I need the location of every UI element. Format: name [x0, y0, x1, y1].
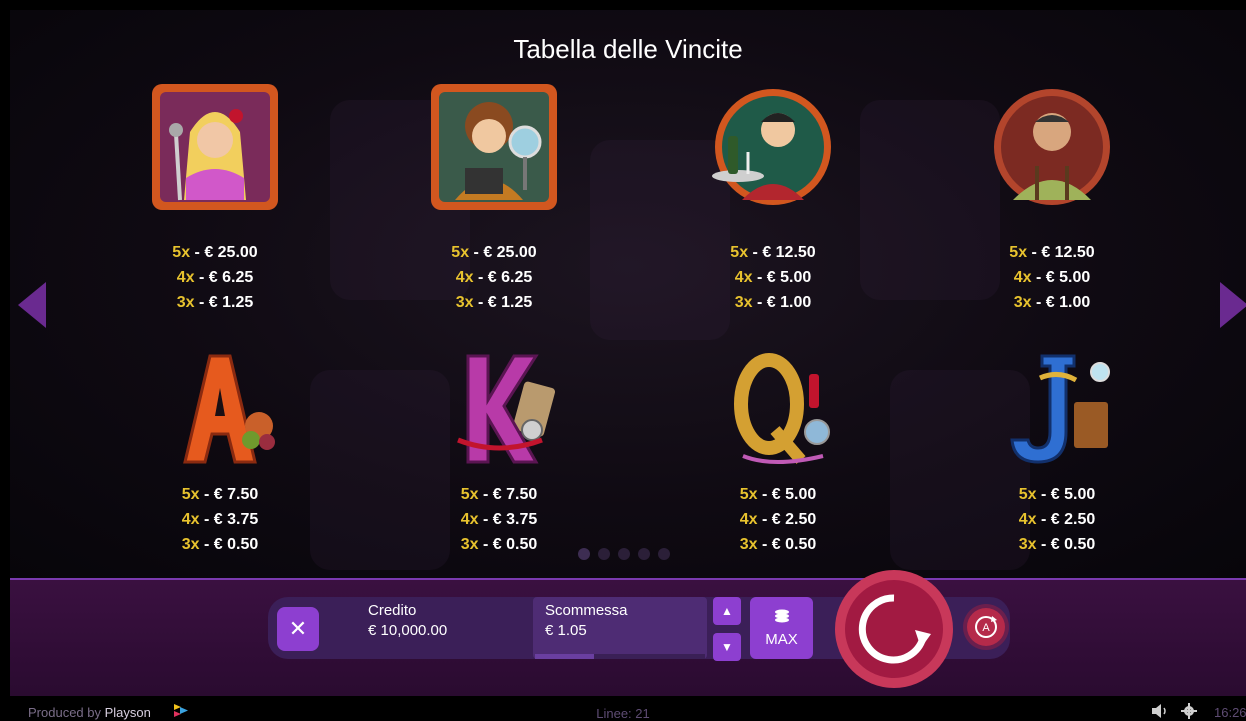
payout-line: 3x - € 1.00	[1013, 294, 1091, 311]
payout-line: 3x - € 0.50	[1018, 536, 1096, 553]
credit-label: Credito	[368, 602, 417, 619]
payout-line: 3x - € 1.25	[455, 294, 533, 311]
payout-line: 4x - € 6.25	[176, 269, 254, 286]
waiter-symbol-icon	[712, 89, 831, 205]
payout-line: 4x - € 3.75	[181, 511, 259, 528]
payout-line: 3x - € 1.00	[734, 294, 812, 311]
autoplay-icon: A	[975, 616, 997, 638]
payout-line: 4x - € 5.00	[734, 269, 812, 286]
page-indicator	[578, 548, 670, 560]
coins-icon	[775, 609, 789, 623]
close-paytable-button[interactable]: ✕	[277, 607, 319, 651]
page-dot[interactable]	[638, 548, 650, 560]
singer-symbol-icon	[152, 84, 278, 210]
page-dot[interactable]	[598, 548, 610, 560]
next-page-arrow[interactable]	[1220, 282, 1246, 328]
payout-line: 3x - € 0.50	[181, 536, 259, 553]
king-symbol-icon	[457, 354, 556, 464]
payout-line: 4x - € 2.50	[739, 511, 817, 528]
queen-symbol-icon	[734, 353, 830, 464]
payout-line: 5x - € 12.50	[730, 244, 816, 261]
payout-line: 3x - € 0.50	[739, 536, 817, 553]
photographer-symbol-icon	[431, 84, 557, 210]
bet-level-fill	[535, 654, 594, 659]
payout-line: 4x - € 2.50	[1018, 511, 1096, 528]
payout-line: 4x - € 6.25	[455, 269, 533, 286]
bet-label: Scommessa	[545, 602, 628, 619]
page-dot[interactable]	[578, 548, 590, 560]
payout-line: 5x - € 12.50	[1009, 244, 1095, 261]
payout-line: 4x - € 5.00	[1013, 269, 1091, 286]
clock: 16:26	[1214, 705, 1246, 720]
payout-line: 5x - € 7.50	[181, 486, 259, 503]
payout-line: 3x - € 1.25	[176, 294, 254, 311]
page-title: Tabella delle Vincite	[513, 34, 743, 64]
payout-line: 5x - € 5.00	[1018, 486, 1096, 503]
payout-line: 3x - € 0.50	[460, 536, 538, 553]
jack-symbol-icon	[1010, 354, 1110, 464]
max-bet-label: MAX	[765, 631, 798, 648]
page-dot[interactable]	[618, 548, 630, 560]
max-bet-button[interactable]: MAX	[750, 597, 813, 659]
volume-icon[interactable]	[1152, 704, 1168, 718]
bet-decrease-button[interactable]: ▼	[713, 633, 741, 661]
payout-line: 5x - € 7.50	[460, 486, 538, 503]
paytable-screen: Tabella delle Vincite 5x - € 25.00 4x - …	[10, 10, 1246, 578]
payout-line: 5x - € 5.00	[739, 486, 817, 503]
credit-value: € 10,000.00	[368, 622, 448, 639]
bet-value: € 1.05	[545, 622, 587, 639]
worker-symbol-icon	[994, 89, 1110, 205]
page-dot[interactable]	[658, 548, 670, 560]
previous-page-arrow[interactable]	[18, 282, 46, 328]
settings-gear-icon[interactable]	[1181, 703, 1197, 719]
payout-line: 4x - € 3.75	[460, 511, 538, 528]
autoplay-letter: A	[982, 622, 990, 634]
payout-line: 5x - € 25.00	[172, 244, 258, 261]
ace-symbol-icon	[183, 354, 275, 464]
payout-line: 5x - € 25.00	[451, 244, 537, 261]
spin-arrow-icon	[858, 594, 931, 664]
bet-increase-button[interactable]: ▲	[713, 597, 741, 625]
